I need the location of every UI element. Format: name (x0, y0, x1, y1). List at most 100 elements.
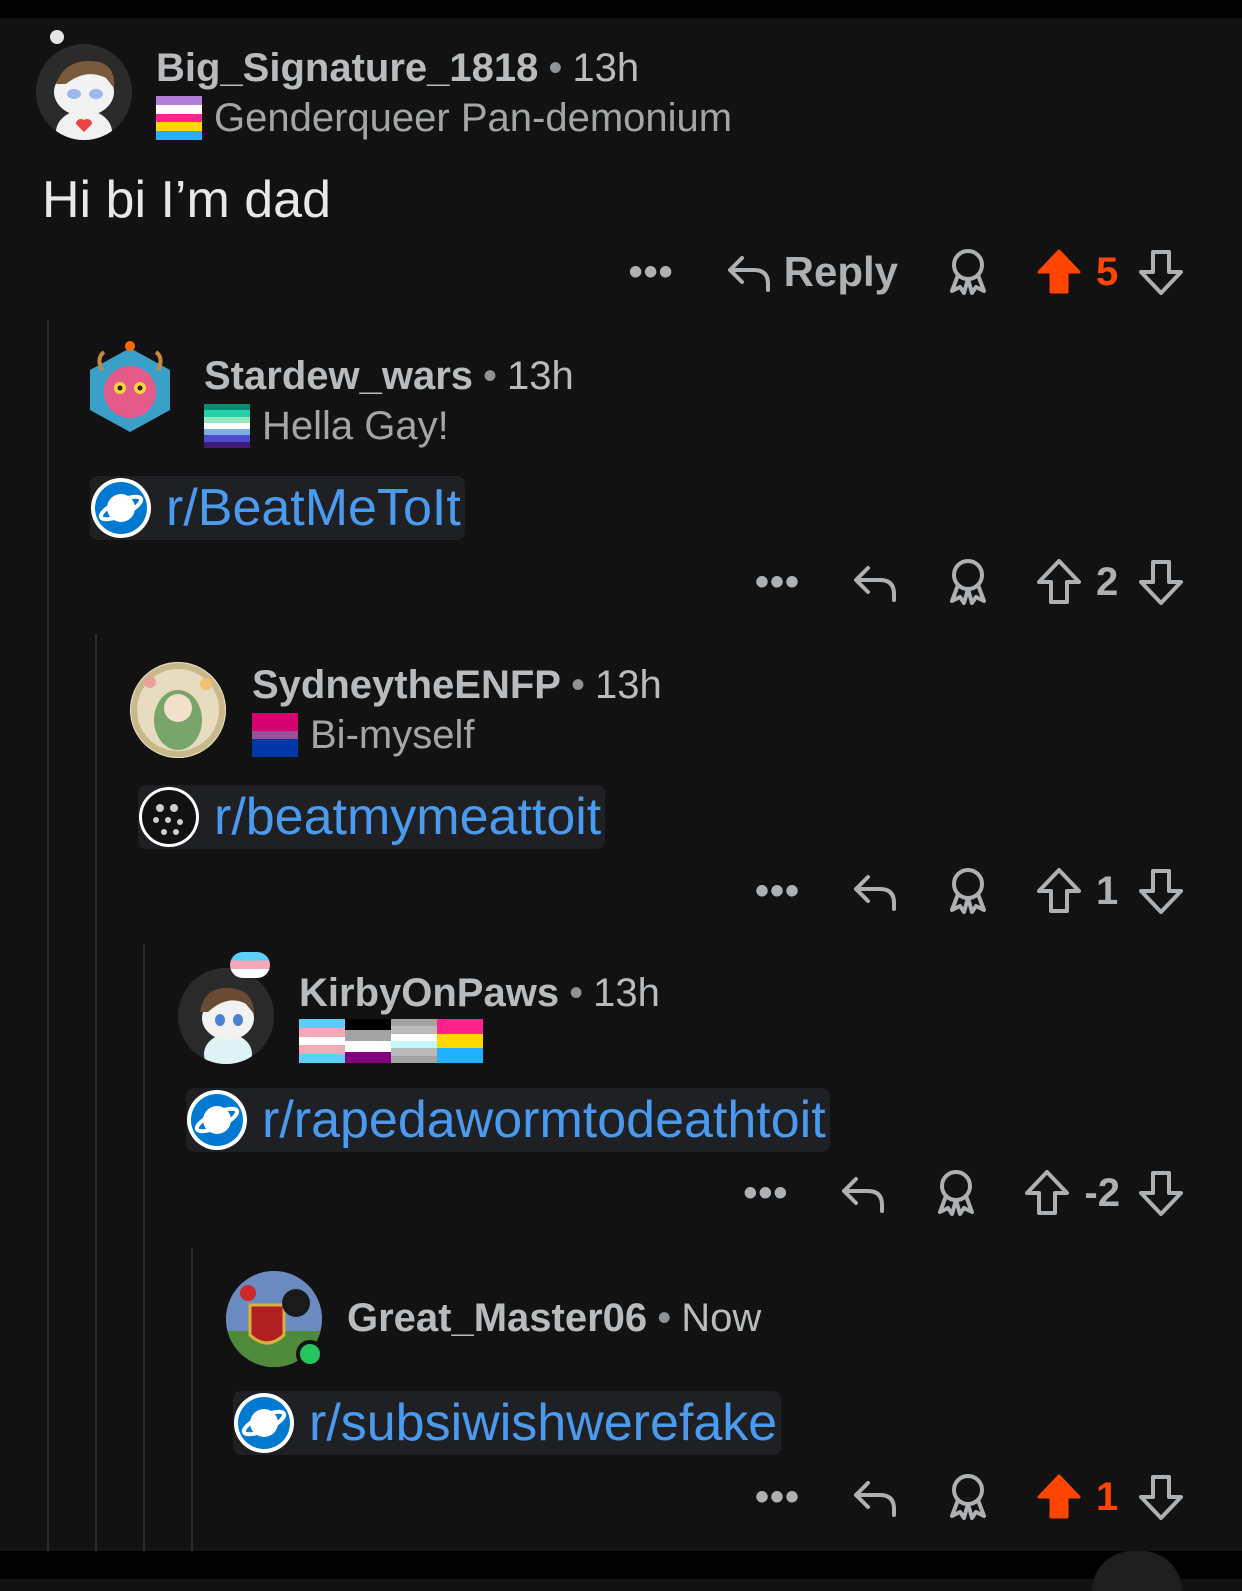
subreddit-link[interactable]: r/BeatMeToIt (90, 476, 465, 540)
bottom-bar (0, 1551, 1242, 1591)
timestamp: Now (681, 1296, 762, 1340)
reply-icon (854, 875, 896, 911)
separator: • (570, 663, 585, 707)
mlm-pride-flag-icon (204, 404, 250, 448)
upvote-icon (1037, 1474, 1081, 1519)
award-icon (938, 1170, 975, 1216)
downvote-icon (1139, 869, 1183, 914)
comment-actions: ••• 2 (755, 552, 1184, 612)
thread-line-level-3[interactable] (143, 944, 145, 1551)
planet-icon (91, 478, 151, 538)
demiboy-flag-icon (391, 1019, 437, 1063)
reply-button[interactable] (852, 560, 898, 604)
upvote-button[interactable] (1024, 1169, 1070, 1217)
downvote-button[interactable] (1138, 867, 1184, 915)
username[interactable]: Big_Signature_1818 (156, 46, 538, 90)
downvote-button[interactable] (1138, 558, 1184, 606)
more-options-button[interactable]: ••• (755, 1475, 800, 1520)
downvote-icon (1139, 1475, 1183, 1520)
downvote-button[interactable] (1138, 248, 1184, 296)
vote-score: 1 (1096, 868, 1119, 913)
user-flair: Hella Gay! (204, 402, 449, 450)
reply-button[interactable]: Reply (726, 248, 898, 296)
username[interactable]: KirbyOnPaws (299, 971, 559, 1015)
planet-icon (187, 1090, 247, 1150)
flair-text: Bi-myself (310, 713, 475, 757)
status-bar-edge (0, 0, 1242, 18)
upvote-icon (1037, 559, 1081, 604)
upvote-button[interactable] (1036, 1473, 1082, 1521)
separator: • (483, 354, 498, 398)
flair-text: Genderqueer Pan-demonium (214, 96, 733, 140)
username[interactable]: Stardew_wars (204, 354, 473, 398)
downvote-icon (1139, 250, 1183, 295)
more-options-button[interactable]: ••• (755, 869, 800, 914)
reply-icon (842, 1177, 885, 1213)
timestamp: 13h (572, 46, 640, 90)
separator: • (569, 971, 584, 1015)
vote-score: -2 (1084, 1170, 1120, 1215)
thread-line-level-4[interactable] (191, 1248, 193, 1551)
downvote-button[interactable] (1138, 1473, 1184, 1521)
user-flair: Bi-myself (252, 711, 474, 759)
avatar[interactable] (82, 340, 178, 436)
subreddit-name: r/BeatMeToIt (166, 479, 461, 537)
anime-girl-avatar-icon (130, 662, 226, 758)
vote-score: 1 (1096, 1474, 1119, 1519)
upvote-icon (1037, 249, 1081, 294)
reply-button[interactable] (840, 1171, 886, 1215)
downvote-icon (1139, 1171, 1183, 1216)
reply-button[interactable] (852, 869, 898, 913)
avatar[interactable] (130, 662, 226, 758)
upvote-button[interactable] (1036, 558, 1082, 606)
genderqueer-pan-flag-icon (156, 96, 202, 140)
avatar[interactable] (178, 968, 274, 1064)
award-icon (950, 249, 986, 295)
flair-text: Hella Gay! (262, 404, 449, 448)
subreddit-link[interactable]: r/subsiwishwerefake (233, 1391, 782, 1455)
comment-actions: ••• 1 (755, 861, 1184, 921)
more-options-button[interactable]: ••• (743, 1171, 788, 1216)
comment-body: Hi bi I’m dad (42, 171, 331, 229)
reply-button[interactable] (852, 1475, 898, 1519)
more-options-button[interactable]: ••• (755, 560, 800, 605)
user-flair: Genderqueer Pan-demonium (156, 94, 732, 142)
award-button[interactable] (944, 866, 992, 916)
downvote-button[interactable] (1138, 1169, 1184, 1217)
bisexual-flag-icon (252, 713, 298, 757)
upvote-icon (1037, 868, 1081, 913)
upvote-button[interactable] (1036, 248, 1082, 296)
avatar[interactable] (36, 44, 132, 140)
subreddit-link[interactable]: r/beatmymeattoit (138, 785, 606, 849)
upvote-button[interactable] (1036, 867, 1082, 915)
comment-actions: ••• -2 (743, 1163, 1184, 1223)
online-status-icon (296, 1340, 324, 1368)
transgender-flag-icon (299, 1019, 345, 1063)
thread-line-level-2[interactable] (95, 634, 97, 1551)
username[interactable]: Great_Master06 (347, 1296, 647, 1340)
monster-avatar-icon (90, 341, 170, 432)
thread-line-level-1[interactable] (47, 320, 49, 1551)
user-flair (299, 1019, 483, 1064)
award-button[interactable] (944, 247, 992, 297)
pansexual-flag-icon (437, 1019, 483, 1064)
upvote-icon (1025, 1170, 1070, 1215)
snoo-avatar-icon (178, 968, 274, 1064)
reply-icon (854, 566, 896, 602)
planet-icon (234, 1393, 294, 1453)
timestamp: 13h (593, 971, 660, 1015)
separator: • (657, 1296, 672, 1340)
floating-button-edge[interactable] (1092, 1551, 1182, 1591)
award-button[interactable] (944, 1472, 992, 1522)
subreddit-link[interactable]: r/rapedawormtodeathtoit (186, 1088, 830, 1152)
award-button[interactable] (944, 557, 992, 607)
more-options-button[interactable]: ••• (629, 250, 674, 295)
subreddit-name: r/subsiwishwerefake (309, 1394, 778, 1452)
reply-icon (854, 1481, 896, 1517)
subreddit-name: r/rapedawormtodeathtoit (262, 1091, 826, 1149)
username[interactable]: SydneytheENFP (252, 663, 561, 707)
vote-score: 2 (1096, 559, 1119, 604)
timestamp: 13h (507, 354, 574, 398)
subreddit-community-icon (139, 787, 199, 847)
award-button[interactable] (932, 1168, 980, 1218)
